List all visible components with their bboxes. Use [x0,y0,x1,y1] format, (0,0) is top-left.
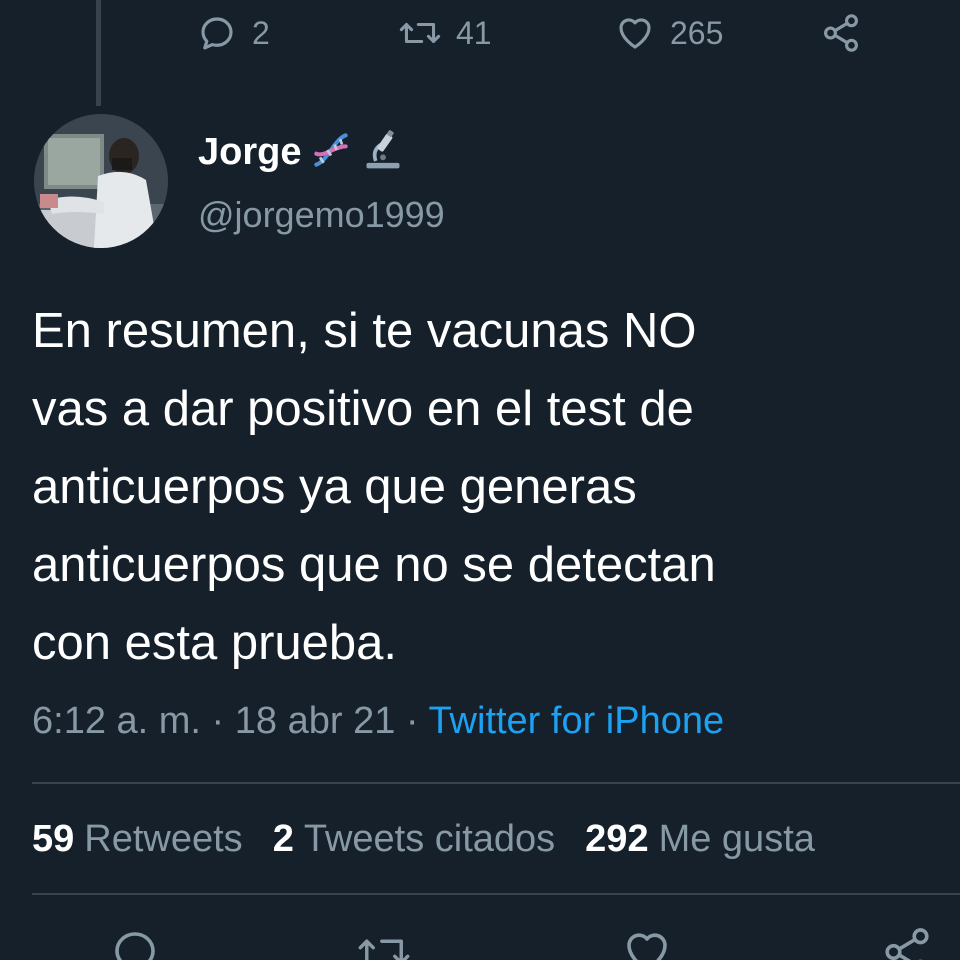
like-button[interactable] [620,925,674,960]
retweet-icon [358,939,410,960]
dna-emoji-icon [309,128,353,177]
quote-tweets-count: 2 [272,818,294,860]
previous-retweet-count: 41 [456,14,492,51]
likes-stat[interactable]: 292 Me gusta [585,818,815,861]
retweet-button[interactable] [356,925,412,960]
retweets-label: Retweets [84,818,243,860]
avatar[interactable] [34,114,168,248]
tweet-meta: 6:12 a. m. · 18 abr 21 · Twitter for iPh… [32,700,724,743]
previous-retweet-button[interactable]: 41 [398,12,492,54]
divider [32,782,960,784]
heart-icon [614,12,656,54]
divider [32,893,960,895]
share-icon [820,12,862,54]
avatar-photo [34,114,168,248]
microscope-emoji-icon [361,128,405,177]
tweet-source-link[interactable]: Twitter for iPhone [428,700,724,742]
likes-count: 292 [585,818,649,860]
quote-tweets-label: Tweets citados [303,818,556,860]
retweets-count: 59 [32,818,75,860]
previous-reply-count: 2 [252,14,270,51]
previous-tweet-action-bar: 2 41 265 [0,12,960,62]
previous-like-button[interactable]: 265 [614,12,723,54]
previous-reply-button[interactable]: 2 [196,12,270,54]
author-handle[interactable]: @jorgemo1999 [198,194,445,236]
meta-separator: · [211,700,225,742]
tweet-action-bar [0,925,960,960]
previous-share-button[interactable] [820,12,862,54]
likes-label: Me gusta [658,818,815,860]
retweet-icon [398,12,442,54]
reply-button[interactable] [108,925,162,960]
retweets-stat[interactable]: 59 Retweets [32,818,243,861]
tweet-time: 6:12 a. m. [32,700,201,742]
author-name: Jorge [198,131,302,173]
tweet-date[interactable]: 18 abr 21 [235,700,396,742]
reply-icon [196,12,238,54]
tweet-stats: 59 Retweets 2 Tweets citados 292 Me gusta [32,818,845,861]
tweet-detail-screen: 2 41 265 Jorge @jorgemo1999 En resumen, … [0,0,960,960]
share-button[interactable] [880,925,934,960]
author-name-row[interactable]: Jorge [198,128,405,177]
reply-icon [115,932,155,960]
quote-tweets-stat[interactable]: 2 Tweets citados [273,818,555,861]
heart-icon [627,933,667,960]
meta-separator: · [405,700,419,742]
share-icon [885,928,929,960]
previous-like-count: 265 [670,14,724,51]
tweet-text: En resumen, si te vacunas NO vas a dar p… [32,304,716,670]
